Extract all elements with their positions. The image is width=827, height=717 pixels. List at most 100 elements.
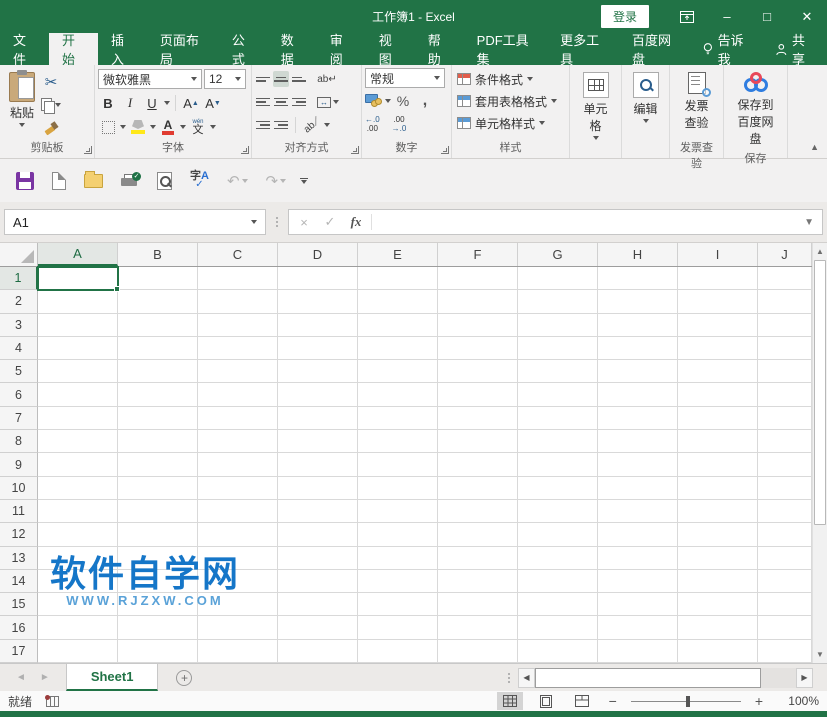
cell-D13[interactable]	[278, 547, 358, 570]
cell-F6[interactable]	[438, 383, 518, 406]
cell-E13[interactable]	[358, 547, 438, 570]
next-sheet-icon[interactable]: ►	[40, 672, 50, 683]
cell-D14[interactable]	[278, 570, 358, 593]
column-header-I[interactable]: I	[678, 243, 758, 266]
cell-H3[interactable]	[598, 314, 678, 337]
cell-D10[interactable]	[278, 477, 358, 500]
cell-G8[interactable]	[518, 430, 598, 453]
confirm-entry-icon[interactable]: ✓	[317, 214, 343, 230]
cell-D6[interactable]	[278, 383, 358, 406]
scroll-down-icon[interactable]: ▼	[813, 646, 827, 663]
cell-E7[interactable]	[358, 407, 438, 430]
cell-J9[interactable]	[758, 453, 812, 476]
tab-PDF工具集[interactable]: PDF工具集	[464, 33, 547, 65]
cell-G12[interactable]	[518, 523, 598, 546]
cell-D9[interactable]	[278, 453, 358, 476]
cell-J16[interactable]	[758, 616, 812, 639]
cell-J11[interactable]	[758, 500, 812, 523]
cell-B1[interactable]	[118, 267, 198, 290]
tab-文件[interactable]: 文件	[0, 33, 49, 65]
cell-B15[interactable]	[118, 593, 198, 616]
cell-A13[interactable]	[38, 547, 118, 570]
font-color-caret-icon[interactable]	[180, 125, 186, 129]
close-button[interactable]: ✕	[787, 0, 827, 33]
cell-D11[interactable]	[278, 500, 358, 523]
cell-J13[interactable]	[758, 547, 812, 570]
horizontal-scroll-thumb[interactable]	[535, 668, 761, 688]
name-box[interactable]: A1	[4, 209, 266, 235]
cell-A8[interactable]	[38, 430, 118, 453]
cell-C2[interactable]	[198, 290, 278, 313]
cell-H14[interactable]	[598, 570, 678, 593]
tab-百度网盘[interactable]: 百度网盘	[619, 33, 691, 65]
cell-F12[interactable]	[438, 523, 518, 546]
cell-D17[interactable]	[278, 640, 358, 663]
tabbar-splitter[interactable]	[500, 664, 518, 691]
cell-C6[interactable]	[198, 383, 278, 406]
cell-C1[interactable]	[198, 267, 278, 290]
cell-C15[interactable]	[198, 593, 278, 616]
increase-indent-button[interactable]	[273, 117, 289, 133]
column-header-A[interactable]: A	[38, 243, 118, 266]
font-color-button[interactable]: A	[158, 117, 178, 137]
cell-C4[interactable]	[198, 337, 278, 360]
row-header-17[interactable]: 17	[0, 640, 38, 663]
cell-I5[interactable]	[678, 360, 758, 383]
wrap-text-button[interactable]: ab↵	[317, 69, 337, 89]
fill-color-caret-icon[interactable]	[150, 125, 156, 129]
invoice-verify-button[interactable]: 发票 查验	[673, 68, 720, 135]
cell-H4[interactable]	[598, 337, 678, 360]
cell-styles-button[interactable]: 单元格样式	[455, 112, 566, 134]
cell-B6[interactable]	[118, 383, 198, 406]
cell-J5[interactable]	[758, 360, 812, 383]
tab-更多工具[interactable]: 更多工具	[547, 33, 619, 65]
prev-sheet-icon[interactable]: ◄	[16, 672, 26, 683]
vertical-scrollbar[interactable]: ▲ ▼	[812, 243, 827, 663]
orientation-button[interactable]: ab⟋	[298, 111, 326, 139]
cell-B14[interactable]	[118, 570, 198, 593]
spelling-button[interactable]: 字A✓	[186, 167, 213, 194]
tab-数据[interactable]: 数据	[268, 33, 317, 65]
cell-F2[interactable]	[438, 290, 518, 313]
tab-帮助[interactable]: 帮助	[415, 33, 464, 65]
save-to-baidu-button[interactable]: 保存到 百度网盘	[727, 68, 784, 151]
cell-J17[interactable]	[758, 640, 812, 663]
cell-I13[interactable]	[678, 547, 758, 570]
cell-B2[interactable]	[118, 290, 198, 313]
cell-B11[interactable]	[118, 500, 198, 523]
cell-D1[interactable]	[278, 267, 358, 290]
underline-caret-icon[interactable]	[164, 101, 170, 105]
add-sheet-button[interactable]: +	[158, 664, 210, 691]
number-format-combo[interactable]: 常规	[365, 68, 445, 88]
cell-G5[interactable]	[518, 360, 598, 383]
zoom-slider-handle[interactable]	[686, 696, 690, 707]
cell-C8[interactable]	[198, 430, 278, 453]
cell-A5[interactable]	[38, 360, 118, 383]
cell-D5[interactable]	[278, 360, 358, 383]
cell-B12[interactable]	[118, 523, 198, 546]
cell-E14[interactable]	[358, 570, 438, 593]
cell-F5[interactable]	[438, 360, 518, 383]
fill-handle[interactable]	[114, 286, 120, 292]
cell-G10[interactable]	[518, 477, 598, 500]
align-left-button[interactable]	[255, 94, 271, 110]
cell-G11[interactable]	[518, 500, 598, 523]
row-header-7[interactable]: 7	[0, 407, 38, 430]
cell-C12[interactable]	[198, 523, 278, 546]
zoom-slider[interactable]	[631, 701, 741, 702]
cell-E12[interactable]	[358, 523, 438, 546]
cell-A3[interactable]	[38, 314, 118, 337]
cell-I16[interactable]	[678, 616, 758, 639]
cell-I4[interactable]	[678, 337, 758, 360]
cell-J14[interactable]	[758, 570, 812, 593]
expand-formula-bar-icon[interactable]: ▼	[796, 217, 822, 228]
row-header-1[interactable]: 1	[0, 267, 38, 290]
cell-H2[interactable]	[598, 290, 678, 313]
zoom-in-button[interactable]: +	[751, 693, 767, 709]
phonetic-caret-icon[interactable]	[210, 125, 216, 129]
cell-C17[interactable]	[198, 640, 278, 663]
tab-插入[interactable]: 插入	[98, 33, 147, 65]
tab-视图[interactable]: 视图	[366, 33, 415, 65]
cell-I14[interactable]	[678, 570, 758, 593]
cell-E10[interactable]	[358, 477, 438, 500]
